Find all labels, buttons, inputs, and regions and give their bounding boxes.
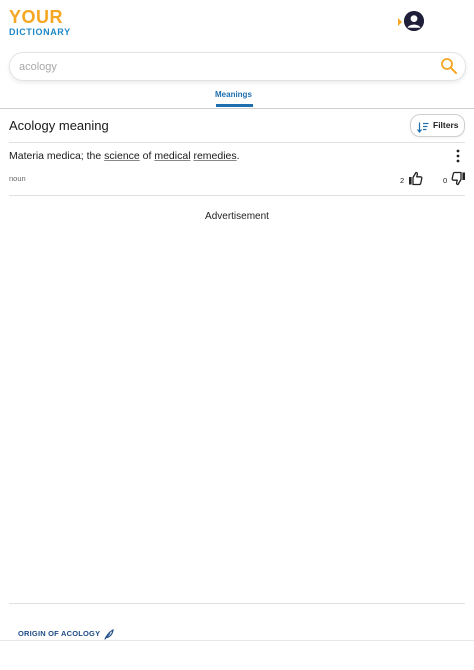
footer-divider — [0, 640, 474, 641]
more-options-icon[interactable] — [452, 148, 464, 164]
search-icon[interactable] — [440, 57, 458, 75]
account-menu[interactable] — [398, 11, 426, 33]
section-tabs: Meanings — [0, 86, 474, 109]
divider — [9, 195, 465, 196]
downvote-count: 0 — [443, 176, 448, 185]
thumbs-up-icon[interactable] — [408, 171, 423, 186]
part-of-speech: noun — [9, 174, 26, 183]
definition-post: . — [236, 150, 240, 162]
active-tab-indicator — [216, 104, 253, 107]
heading-suffix: meaning — [55, 118, 109, 133]
logo-line-1: YOUR — [9, 7, 64, 27]
headword: Acology — [9, 118, 56, 133]
search-bar — [9, 52, 466, 81]
yourdictionary-logo[interactable]: YOUR DICTIONARY — [9, 8, 79, 38]
filters-label: Filters — [433, 120, 459, 130]
definition-pre: Materia medica; the — [9, 150, 105, 162]
search-input[interactable] — [19, 58, 419, 75]
site-header: YOUR DICTIONARY — [0, 0, 474, 48]
definition-mid: of — [139, 150, 155, 162]
tab-meanings[interactable]: Meanings — [215, 90, 252, 99]
divider — [9, 142, 465, 143]
user-circle-icon — [404, 11, 424, 31]
link-remedies[interactable]: remedies — [193, 150, 236, 162]
advertisement-label: Advertisement — [205, 211, 269, 222]
divider — [9, 603, 465, 604]
definition-text: Materia medica; the science of medical r… — [9, 150, 240, 162]
sort-filter-icon — [417, 120, 429, 133]
vote-controls: 2 0 — [398, 171, 466, 187]
link-science[interactable]: science — [104, 150, 140, 162]
feather-icon — [104, 627, 114, 640]
caret-right-icon — [398, 18, 402, 26]
upvote-count: 2 — [400, 176, 405, 185]
origin-heading[interactable]: ORIGIN OF ACOLOGY — [18, 629, 100, 638]
logo-line-2: DICTIONARY — [9, 27, 71, 37]
link-medical[interactable]: medical — [154, 150, 190, 162]
filters-button[interactable]: Filters — [410, 114, 465, 137]
thumbs-down-icon[interactable] — [451, 171, 466, 186]
page-title: Acology meaning — [9, 118, 109, 133]
